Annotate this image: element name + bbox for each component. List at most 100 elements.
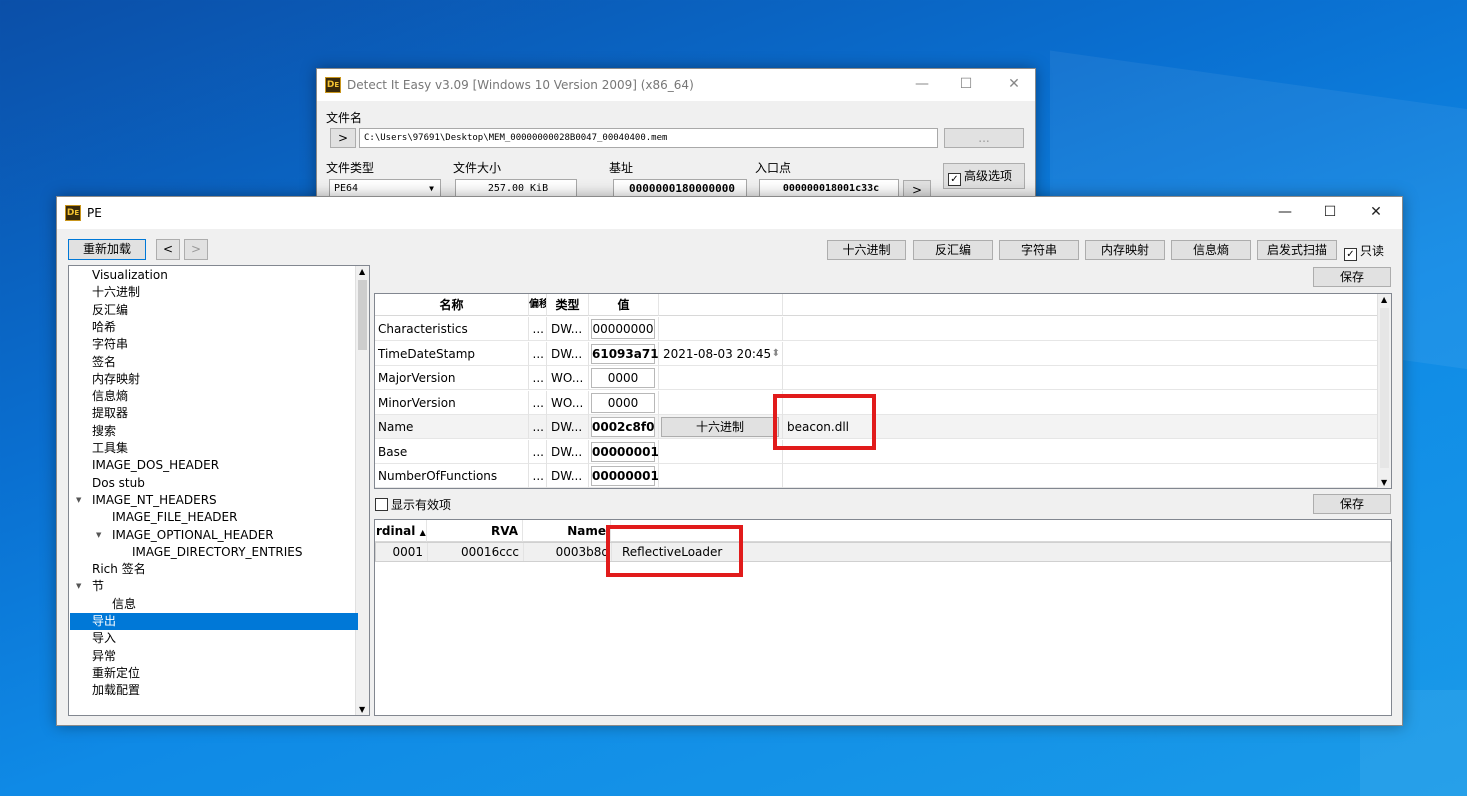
close-icon[interactable]: ✕ bbox=[991, 69, 1037, 99]
expand-arrow-icon[interactable]: ▼ bbox=[96, 527, 101, 544]
minimize-icon[interactable]: — bbox=[899, 69, 945, 99]
table-row[interactable]: 0001 00016ccc 0003b8d ReflectiveLoader bbox=[375, 542, 1391, 562]
tree-item[interactable]: IMAGE_DIRECTORY_ENTRIES bbox=[70, 544, 358, 561]
navigation-tree[interactable]: ▲ ▼ Visualization 十六进制 反汇编 哈希字符串 签名 内存映射 信息熵 提取… bbox=[68, 265, 370, 716]
tree-item[interactable]: 信息熵 bbox=[70, 388, 358, 405]
expand-arrow-icon[interactable]: ▼ bbox=[76, 492, 81, 509]
table-row[interactable]: Characteristics... DW... 00000000 bbox=[375, 317, 1377, 341]
export-directory-table[interactable]: 名称 偏移 类型 值 ▲ ▼ Characteristics... DW... 00… bbox=[374, 293, 1392, 489]
field-name-cell: TimeDateStamp bbox=[375, 341, 529, 366]
column-header-type[interactable]: 类型 bbox=[547, 294, 589, 316]
tree-item[interactable]: 搜索 bbox=[70, 423, 358, 440]
column-header-name[interactable]: 名称 bbox=[375, 294, 529, 316]
export-functions-table[interactable]: rdinal ▲ RVA Name 0001 00016ccc 0003b8d … bbox=[374, 519, 1392, 716]
datetime-field[interactable]: 2021-08-03 20:45 bbox=[659, 347, 771, 361]
tree-item[interactable]: 签名 bbox=[70, 354, 358, 371]
tree-item[interactable]: 工具集 bbox=[70, 440, 358, 457]
tree-item[interactable]: 哈希 bbox=[70, 319, 358, 336]
name-rva-cell: 0003b8d bbox=[524, 543, 612, 561]
table-row[interactable]: MajorVersion... WO... 0000 bbox=[375, 366, 1377, 390]
value-field[interactable]: 0000 bbox=[591, 392, 655, 413]
ordinal-header-label: rdinal bbox=[376, 524, 416, 538]
table-row[interactable]: MinorVersion... WO... 0000 bbox=[375, 390, 1377, 415]
tree-item[interactable]: 重新定位 bbox=[70, 665, 358, 682]
tree-scroll-thumb[interactable] bbox=[358, 280, 367, 350]
minimize-icon[interactable]: — bbox=[1262, 197, 1308, 227]
spinner-icon[interactable]: ⬍ bbox=[772, 342, 780, 366]
tree-item[interactable]: 加载配置 bbox=[70, 682, 358, 699]
tree-item[interactable]: Rich 签名 bbox=[70, 561, 358, 578]
tree-item[interactable]: 异常 bbox=[70, 648, 358, 665]
reload-button[interactable]: 重新加载 bbox=[68, 239, 146, 260]
memory-map-button[interactable]: 内存映射 bbox=[1085, 240, 1165, 260]
maximize-icon[interactable]: ☐ bbox=[1307, 197, 1353, 227]
save-functions-button[interactable]: 保存 bbox=[1313, 494, 1391, 514]
tree-item[interactable]: IMAGE_FILE_HEADER bbox=[70, 509, 358, 526]
value-field[interactable]: 00000000 bbox=[591, 319, 655, 339]
column-header-value[interactable]: 值 bbox=[589, 294, 659, 316]
advanced-check-icon: ✓ bbox=[948, 173, 961, 186]
scroll-down-icon[interactable]: ▼ bbox=[1381, 478, 1387, 487]
show-valid-checkbox[interactable]: 显示有效项 bbox=[375, 496, 451, 513]
scroll-up-icon[interactable]: ▲ bbox=[1381, 295, 1387, 304]
disasm-button[interactable]: 反汇编 bbox=[913, 240, 993, 260]
tree-item[interactable]: 信息 bbox=[70, 596, 358, 613]
type-cell: WO... bbox=[547, 366, 589, 390]
hex-button[interactable]: 十六进制 bbox=[827, 240, 906, 260]
scroll-down-icon[interactable]: ▼ bbox=[359, 705, 365, 714]
show-valid-check-icon bbox=[375, 498, 388, 511]
tree-item-label: IMAGE_FILE_HEADER bbox=[112, 510, 238, 525]
table-row[interactable]: TimeDateStamp... DW... 61093a71 2021-08-03 … bbox=[375, 341, 1377, 366]
path-expand-button[interactable]: > bbox=[330, 128, 356, 148]
column-header-offset[interactable]: 偏移 bbox=[529, 294, 547, 316]
value-field[interactable]: 61093a71 bbox=[591, 343, 658, 364]
tree-item[interactable]: 内存映射 bbox=[70, 371, 358, 388]
column-header-fname[interactable]: Name bbox=[523, 520, 611, 542]
browse-button[interactable]: ... bbox=[944, 128, 1024, 148]
table-row[interactable]: Name... DW... 0002c8f0 十六进制 beacon.dll bbox=[375, 415, 1377, 439]
tree-item[interactable]: ▼ IMAGE_OPTIONAL_HEADER bbox=[70, 527, 358, 544]
expand-arrow-icon[interactable]: ▼ bbox=[76, 578, 81, 595]
value-field[interactable]: 00000001 bbox=[591, 441, 658, 462]
tree-item[interactable]: ▼ 节 bbox=[70, 578, 358, 595]
value-field[interactable]: 0000 bbox=[591, 368, 655, 388]
value-field[interactable]: 0002c8f0 bbox=[591, 417, 655, 437]
entropy-button[interactable]: 信息熵 bbox=[1171, 240, 1251, 260]
tree-item[interactable]: 提取器 bbox=[70, 405, 358, 422]
export-scroll-thumb[interactable] bbox=[1380, 308, 1389, 468]
tree-item[interactable]: 字符串 bbox=[70, 336, 358, 353]
tree-item[interactable]: 导出 bbox=[70, 613, 358, 630]
back-button[interactable]: < bbox=[156, 239, 180, 260]
table-row[interactable]: Base... DW... 00000001 bbox=[375, 439, 1377, 464]
tree-item[interactable]: ▼ IMAGE_NT_HEADERS bbox=[70, 492, 358, 509]
die-icon: DE bbox=[325, 77, 341, 93]
tree-item-label: 哈希 bbox=[92, 319, 117, 334]
tree-item[interactable]: Visualization bbox=[70, 267, 358, 284]
tree-item-label: Rich 签名 bbox=[92, 562, 146, 577]
column-header-rva[interactable]: RVA bbox=[427, 520, 523, 542]
tree-item[interactable]: 十六进制 bbox=[70, 284, 358, 301]
dll-name-cell bbox=[783, 366, 1377, 390]
die-icon: DE bbox=[65, 205, 81, 221]
value-field[interactable]: 00000001 bbox=[591, 466, 658, 486]
tree-item[interactable]: 导入 bbox=[70, 630, 358, 647]
close-icon[interactable]: ✕ bbox=[1353, 197, 1399, 227]
column-header-ordinal[interactable]: rdinal ▲ bbox=[375, 520, 427, 542]
scroll-up-icon[interactable]: ▲ bbox=[359, 267, 365, 276]
strings-button[interactable]: 字符串 bbox=[999, 240, 1079, 260]
readonly-checkbox[interactable]: ✓ 只读 bbox=[1344, 242, 1384, 261]
column-header-extra-2 bbox=[783, 294, 1377, 316]
save-button[interactable]: 保存 bbox=[1313, 267, 1391, 287]
hex-view-button[interactable]: 十六进制 bbox=[661, 417, 779, 437]
heuristic-scan-button[interactable]: 启发式扫描 bbox=[1257, 240, 1337, 260]
forward-button[interactable]: > bbox=[184, 239, 208, 260]
table-row[interactable]: NumberOfFunctions... DW... 00000001 bbox=[375, 464, 1377, 488]
maximize-icon[interactable]: ☐ bbox=[943, 69, 989, 99]
tree-item[interactable]: IMAGE_DOS_HEADER bbox=[70, 457, 358, 474]
export-table-scrollbar[interactable]: ▲ ▼ bbox=[1377, 294, 1391, 488]
file-path-field[interactable]: C:\Users\97691\Desktop\MEM_00000000028B0… bbox=[359, 128, 938, 148]
tree-item[interactable]: Dos stub bbox=[70, 475, 358, 492]
offset-cell: ... bbox=[529, 415, 547, 439]
advanced-checkbox[interactable]: ✓ 高级选项 bbox=[943, 163, 1025, 189]
tree-item[interactable]: 反汇编 bbox=[70, 302, 358, 319]
